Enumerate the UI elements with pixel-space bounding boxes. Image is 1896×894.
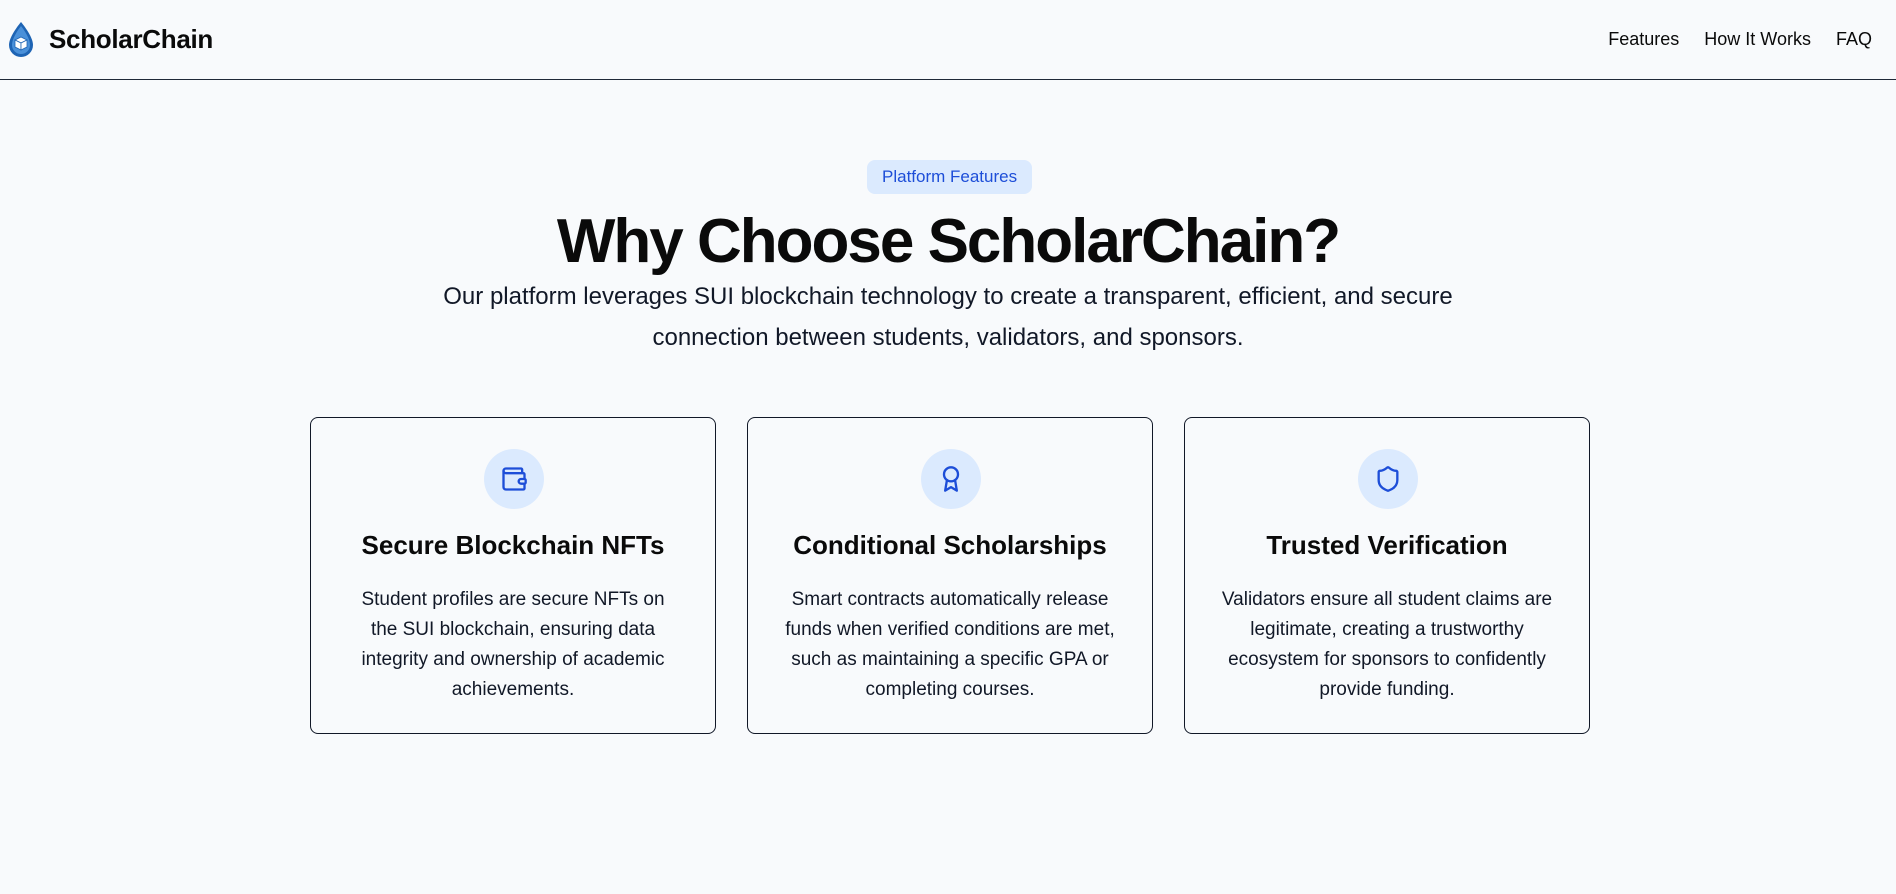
feature-card-secure-nfts: Secure Blockchain NFTs Student profiles … (310, 417, 716, 734)
award-icon (921, 449, 981, 509)
feature-card-description: Smart contracts automatically release fu… (785, 589, 1115, 700)
nav-link-features[interactable]: Features (1608, 29, 1679, 50)
feature-card-title: Conditional Scholarships (793, 530, 1107, 560)
shield-icon (1358, 449, 1418, 509)
wallet-icon (484, 449, 544, 509)
feature-card-description: Student profiles are secure NFTs on the … (361, 589, 665, 700)
feature-card-title: Trusted Verification (1266, 530, 1508, 560)
feature-card-title: Secure Blockchain NFTs (361, 530, 665, 560)
site-header: ScholarChain Features How It Works FAQ (0, 0, 1896, 80)
main-nav: Features How It Works FAQ (1583, 29, 1872, 50)
brand-home-link[interactable]: ScholarChain (5, 20, 213, 60)
feature-card-description: Validators ensure all student claims are… (1221, 589, 1553, 700)
brand-name: ScholarChain (49, 24, 213, 54)
features-section: Platform Features Why Choose ScholarChai… (0, 80, 1896, 894)
nav-link-faq[interactable]: FAQ (1836, 29, 1872, 50)
feature-card-trusted-verification: Trusted Verification Validators ensure a… (1184, 417, 1590, 734)
section-badge: Platform Features (867, 160, 1033, 194)
droplet-logo-icon (5, 20, 37, 60)
nav-link-how-it-works[interactable]: How It Works (1704, 29, 1811, 50)
section-subtitle: Our platform leverages SUI blockchain te… (443, 283, 1453, 351)
section-title: Why Choose ScholarChain? (556, 207, 1341, 276)
feature-cards: Secure Blockchain NFTs Student profiles … (310, 417, 1590, 734)
feature-card-conditional-scholarships: Conditional Scholarships Smart contracts… (747, 417, 1153, 734)
